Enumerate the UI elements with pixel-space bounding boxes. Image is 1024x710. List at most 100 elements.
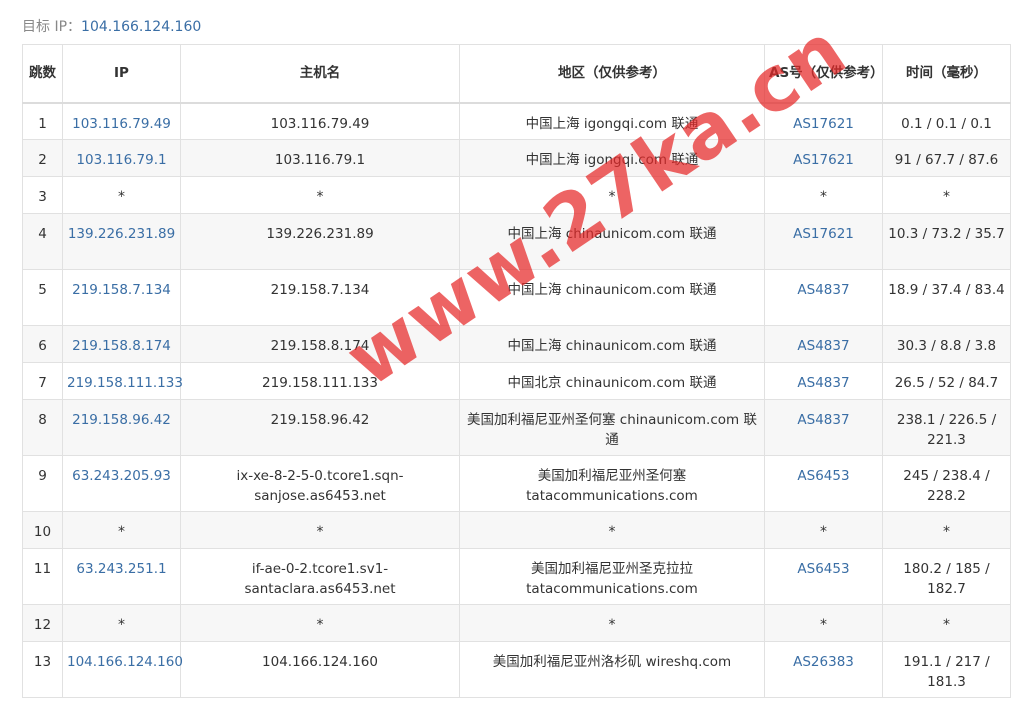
hop-cell: 5	[22, 269, 63, 326]
as-link[interactable]: AS4837	[764, 362, 883, 400]
hop-cell: 1	[22, 102, 63, 140]
region-cell: 美国加利福尼亚州洛杉矶 wireshq.com	[459, 641, 765, 698]
hop-cell: 11	[22, 548, 63, 605]
hostname-cell: 219.158.111.133	[180, 362, 460, 400]
target-ip-line: 目标 IP：104.166.124.160	[22, 16, 201, 36]
as-cell-empty: *	[764, 176, 883, 214]
hop-cell: 12	[22, 604, 63, 642]
hostname-cell: 104.166.124.160	[180, 641, 460, 698]
hostname-cell: if-ae-0-2.tcore1.sv1-santaclara.as6453.n…	[180, 548, 460, 605]
time-cell: 10.3 / 73.2 / 35.7	[882, 213, 1011, 270]
header-hop: 跳数	[22, 44, 63, 104]
region-cell: 中国上海 chinaunicom.com 联通	[459, 269, 765, 326]
table-row: 4 139.226.231.89 139.226.231.89 中国上海 chi…	[22, 213, 1011, 270]
hostname-cell: 139.226.231.89	[180, 213, 460, 270]
table-row: 11 63.243.251.1 if-ae-0-2.tcore1.sv1-san…	[22, 548, 1011, 605]
hostname-cell: *	[180, 176, 460, 214]
region-cell: 中国北京 chinaunicom.com 联通	[459, 362, 765, 400]
as-link[interactable]: AS6453	[764, 455, 883, 512]
region-cell: 美国加利福尼亚州圣何塞 tatacommunications.com	[459, 455, 765, 512]
ip-link[interactable]: 103.116.79.1	[62, 139, 181, 177]
header-region: 地区（仅供参考）	[459, 44, 765, 104]
as-link[interactable]: AS26383	[764, 641, 883, 698]
region-cell: *	[459, 176, 765, 214]
target-ip-label: 目标 IP：	[22, 19, 82, 35]
region-cell: *	[459, 511, 765, 549]
table-row: 8 219.158.96.42 219.158.96.42 美国加利福尼亚州圣何…	[22, 399, 1011, 456]
region-cell: 中国上海 igongqi.com 联通	[459, 139, 765, 177]
table-header-row: 跳数 IP 主机名 地区（仅供参考） AS号（仅供参考） 时间（毫秒）	[22, 44, 1011, 104]
ip-link[interactable]: 104.166.124.160	[62, 641, 183, 698]
hop-cell: 2	[22, 139, 63, 177]
table-row: 13 104.166.124.160 104.166.124.160 美国加利福…	[22, 641, 1011, 698]
hostname-cell: 219.158.8.174	[180, 325, 460, 363]
ip-link[interactable]: 219.158.96.42	[62, 399, 181, 456]
target-ip-value: 104.166.124.160	[81, 19, 202, 35]
time-cell: 18.9 / 37.4 / 83.4	[882, 269, 1011, 326]
ip-link[interactable]: 219.158.7.134	[62, 269, 181, 326]
time-cell: 91 / 67.7 / 87.6	[882, 139, 1011, 177]
table-row: 3 * * * * *	[22, 176, 1011, 214]
time-cell: 245 / 238.4 / 228.2	[882, 455, 1011, 512]
time-cell: 0.1 / 0.1 / 0.1	[882, 102, 1011, 140]
ip-link[interactable]: 139.226.231.89	[62, 213, 181, 270]
ip-link[interactable]: 63.243.251.1	[62, 548, 181, 605]
hostname-cell: ix-xe-8-2-5-0.tcore1.sqn-sanjose.as6453.…	[180, 455, 460, 512]
ip-link[interactable]: 219.158.111.133	[62, 362, 183, 400]
hop-cell: 13	[22, 641, 63, 698]
time-cell: 30.3 / 8.8 / 3.8	[882, 325, 1011, 363]
time-cell: 26.5 / 52 / 84.7	[882, 362, 1011, 400]
hop-cell: 8	[22, 399, 63, 456]
hostname-cell: 103.116.79.49	[180, 102, 460, 140]
table-row: 6 219.158.8.174 219.158.8.174 中国上海 china…	[22, 325, 1011, 363]
time-cell: 238.1 / 226.5 / 221.3	[882, 399, 1011, 456]
table-row: 7 219.158.111.133 219.158.111.133 中国北京 c…	[22, 362, 1011, 400]
ip-link[interactable]: 219.158.8.174	[62, 325, 181, 363]
table-row: 9 63.243.205.93 ix-xe-8-2-5-0.tcore1.sqn…	[22, 455, 1011, 512]
as-link[interactable]: AS4837	[764, 269, 883, 326]
time-cell: *	[882, 176, 1011, 214]
as-link[interactable]: AS4837	[764, 325, 883, 363]
region-cell: 中国上海 chinaunicom.com 联通	[459, 325, 765, 363]
hop-cell: 10	[22, 511, 63, 549]
traceroute-table: 跳数 IP 主机名 地区（仅供参考） AS号（仅供参考） 时间（毫秒） 1 10…	[22, 44, 1011, 698]
hostname-cell: *	[180, 604, 460, 642]
table-row: 12 * * * * *	[22, 604, 1011, 642]
as-cell-empty: *	[764, 604, 883, 642]
region-cell: 中国上海 chinaunicom.com 联通	[459, 213, 765, 270]
as-link[interactable]: AS17621	[764, 102, 883, 140]
ip-link[interactable]: 103.116.79.49	[62, 102, 181, 140]
table-row: 10 * * * * *	[22, 511, 1011, 549]
ip-cell-empty: *	[62, 176, 181, 214]
time-cell: 180.2 / 185 / 182.7	[882, 548, 1011, 605]
hop-cell: 4	[22, 213, 63, 270]
time-cell: *	[882, 604, 1011, 642]
time-cell: 191.1 / 217 / 181.3	[882, 641, 1011, 698]
hop-cell: 7	[22, 362, 63, 400]
hostname-cell: 219.158.96.42	[180, 399, 460, 456]
ip-cell-empty: *	[62, 604, 181, 642]
region-cell: 中国上海 igongqi.com 联通	[459, 102, 765, 140]
as-link[interactable]: AS17621	[764, 139, 883, 177]
region-cell: 美国加利福尼亚州圣克拉拉 tatacommunications.com	[459, 548, 765, 605]
hop-cell: 9	[22, 455, 63, 512]
as-cell-empty: *	[764, 511, 883, 549]
hostname-cell: 103.116.79.1	[180, 139, 460, 177]
header-time: 时间（毫秒）	[882, 44, 1011, 104]
region-cell: *	[459, 604, 765, 642]
hostname-cell: 219.158.7.134	[180, 269, 460, 326]
as-link[interactable]: AS4837	[764, 399, 883, 456]
as-link[interactable]: AS17621	[764, 213, 883, 270]
ip-link[interactable]: 63.243.205.93	[62, 455, 181, 512]
time-cell: *	[882, 511, 1011, 549]
hostname-cell: *	[180, 511, 460, 549]
hop-cell: 6	[22, 325, 63, 363]
ip-cell-empty: *	[62, 511, 181, 549]
table-row: 1 103.116.79.49 103.116.79.49 中国上海 igong…	[22, 102, 1011, 140]
region-cell: 美国加利福尼亚州圣何塞 chinaunicom.com 联通	[459, 399, 765, 456]
header-ip: IP	[62, 44, 181, 104]
table-row: 2 103.116.79.1 103.116.79.1 中国上海 igongqi…	[22, 139, 1011, 177]
hop-cell: 3	[22, 176, 63, 214]
as-link[interactable]: AS6453	[764, 548, 883, 605]
table-row: 5 219.158.7.134 219.158.7.134 中国上海 china…	[22, 269, 1011, 326]
